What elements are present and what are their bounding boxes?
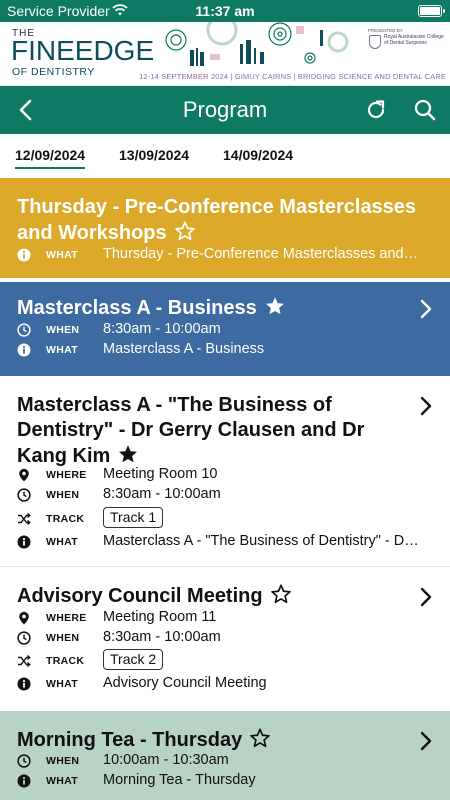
what-value: Masterclass A - "The Business of Dentist… [103,533,423,549]
what-label: WHAT [46,249,78,261]
what-value: Masterclass A - Business [103,341,265,357]
location-pin-icon [19,468,29,482]
session-card[interactable]: Morning Tea - Thursday WHEN 10:00am - 10… [0,711,450,800]
what-row: WHAT Morning Tea - Thursday [17,771,427,791]
info-icon [17,248,31,262]
when-row: WHEN 8:30am - 10:00am [17,485,427,505]
track-badge[interactable]: Track 1 [103,507,164,528]
refresh-icon[interactable] [364,98,388,122]
status-bar: Service Provider 11:37 am [0,0,450,22]
chevron-right-icon[interactable] [418,395,434,417]
when-label: WHEN [46,489,80,501]
logo-fineedge: FINEEDGE [11,35,155,66]
battery-icon [418,5,445,17]
star-outline-icon[interactable] [173,220,197,242]
when-label: WHEN [46,632,80,644]
clock-icon [17,754,31,768]
what-label: WHAT [46,344,78,356]
conference-banner: THE FINEEDGE OF DENTISTRY PRESENTED BY R… [0,22,450,86]
when-value: 8:30am - 10:00am [103,321,221,337]
banner-pattern-graphic [165,22,349,66]
session-title: Masterclass A - "The Business of Dentist… [17,394,365,467]
what-value: Morning Tea - Thursday [103,772,256,788]
when-value: 8:30am - 10:00am [103,629,221,645]
where-value: Meeting Room 11 [103,609,217,625]
logo-subtitle: OF DENTISTRY [12,66,95,78]
what-label: WHAT [46,678,78,690]
track-label: TRACK [46,655,85,667]
college-crest-icon [369,35,381,49]
info-icon [17,535,31,549]
session-card[interactable]: Masterclass A - "The Business of Dentist… [0,376,450,566]
info-icon [17,343,31,357]
track-row: TRACK Track 2 [17,649,427,673]
app-header: Program [0,86,450,134]
shuffle-icon [18,513,31,525]
when-label: WHEN [46,755,80,767]
tab-date-14-09-2024[interactable]: 14/09/2024 [223,147,293,163]
where-value: Meeting Room 10 [103,466,218,482]
star-outline-icon[interactable] [269,583,293,605]
banner-tagline: 12-14 SEPTEMBER 2024 | GIMUY CAIRNS | BR… [139,72,446,81]
date-tabs: 12/09/2024 13/09/2024 14/09/2024 [0,134,450,178]
session-card[interactable]: Masterclass A - Business WHEN 8:30am - 1… [0,282,450,376]
when-row: WHEN 10:00am - 10:30am [17,751,427,771]
track-value: Track 2 [103,649,164,670]
session-title: Advisory Council Meeting [17,583,417,609]
when-label: WHEN [46,324,80,336]
clock-icon [17,631,31,645]
what-row: WHAT Thursday - Pre-Conference Mastercla… [17,245,427,265]
track-row: TRACK Track 1 [17,507,427,531]
college-name: Royal Australasian College of Dental Sur… [384,34,444,46]
shuffle-icon [18,655,31,667]
tab-date-12-09-2024[interactable]: 12/09/2024 [15,147,86,169]
what-row: WHAT Masterclass A - Business [17,340,427,360]
chevron-right-icon[interactable] [418,298,434,320]
clock: 11:37 am [195,3,255,19]
track-value: Track 1 [103,507,164,528]
session-title: Masterclass A - Business [17,295,407,321]
what-value: Thursday - Pre-Conference Masterclasses … [103,246,419,262]
what-row: WHAT Masterclass A - "The Business of De… [17,532,427,552]
what-label: WHAT [46,536,78,548]
presented-by-label: PRESENTED BY [368,28,403,33]
where-label: WHERE [46,469,87,481]
star-filled-icon[interactable] [116,443,140,465]
clock-icon [17,488,31,502]
where-row: WHERE Meeting Room 11 [17,608,427,628]
track-label: TRACK [46,513,85,525]
tab-date-13-09-2024[interactable]: 13/09/2024 [119,147,189,163]
info-icon [17,774,31,788]
star-outline-icon[interactable] [248,727,272,749]
what-value: Advisory Council Meeting [103,675,267,691]
info-icon [17,677,31,691]
session-card[interactable]: Advisory Council Meeting WHERE Meeting R… [0,567,450,711]
session-card[interactable]: Thursday - Pre-Conference Masterclasses … [0,178,450,278]
star-filled-icon[interactable] [263,295,287,317]
when-row: WHEN 8:30am - 10:00am [17,628,427,648]
what-label: WHAT [46,775,78,787]
when-value: 8:30am - 10:00am [103,486,221,502]
session-title: Morning Tea - Thursday [17,727,407,753]
where-row: WHERE Meeting Room 10 [17,465,427,485]
clock-icon [17,323,31,337]
search-icon[interactable] [413,98,437,122]
location-pin-icon [19,611,29,625]
track-badge[interactable]: Track 2 [103,649,164,670]
when-row: WHEN 8:30am - 10:00am [17,320,427,340]
chevron-right-icon[interactable] [418,730,434,752]
session-title: Thursday - Pre-Conference Masterclasses … [17,196,417,244]
chevron-right-icon[interactable] [418,586,434,608]
where-label: WHERE [46,612,87,624]
what-row: WHAT Advisory Council Meeting [17,674,427,694]
when-value: 10:00am - 10:30am [103,752,229,768]
